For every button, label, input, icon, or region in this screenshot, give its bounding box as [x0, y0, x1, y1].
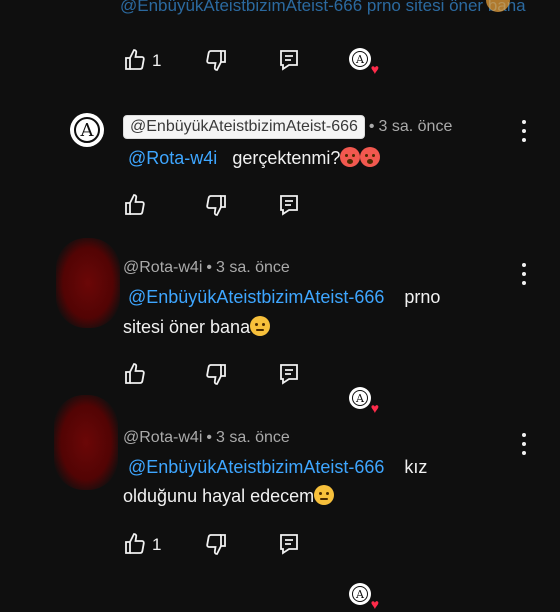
- like-icon[interactable]: [123, 532, 147, 556]
- fearful-face-emoji: [360, 147, 381, 167]
- mention-link[interactable]: @EnbüyükAteistbizimAteist-666: [128, 457, 384, 477]
- more-options-icon[interactable]: [521, 263, 527, 285]
- dislike-icon[interactable]: [204, 48, 228, 72]
- fearful-face-emoji: [340, 147, 361, 167]
- comment-header: @Rota-w4i • 3 sa. önce: [123, 259, 290, 277]
- comment-text: @EnbüyükAteistbizimAteist-666 kız: [128, 457, 428, 477]
- comment-text-line2: olduğunu hayal edecem: [123, 481, 335, 511]
- smirking-face-emoji: [314, 485, 335, 505]
- creator-heart-icon: A ♥: [349, 387, 379, 415]
- previous-comment-text: @EnbüyükAteistbizimAteist-666 prno sites…: [120, 0, 526, 15]
- comment-header: @EnbüyükAteistbizimAteist-666 • 3 sa. ön…: [123, 115, 452, 139]
- timestamp[interactable]: 3 sa. önce: [216, 429, 290, 447]
- timestamp[interactable]: 3 sa. önce: [379, 118, 453, 136]
- reply-icon[interactable]: [277, 362, 301, 386]
- comment-header: @Rota-w4i • 3 sa. önce: [123, 429, 290, 447]
- dislike-icon[interactable]: [204, 532, 228, 556]
- reply-icon[interactable]: [277, 532, 301, 556]
- creator-heart-icon: A ♥: [349, 583, 379, 611]
- creator-handle[interactable]: @EnbüyükAteistbizimAteist-666: [123, 115, 365, 139]
- dislike-icon[interactable]: [204, 193, 228, 217]
- like-icon[interactable]: [123, 48, 147, 72]
- like-count: 1: [152, 535, 162, 554]
- timestamp[interactable]: 3 sa. önce: [216, 259, 290, 277]
- comment-text-line2: sitesi öner bana: [123, 312, 271, 342]
- more-options-icon[interactable]: [521, 120, 527, 142]
- avatar[interactable]: [56, 238, 120, 328]
- avatar[interactable]: [54, 395, 118, 490]
- mention-link[interactable]: @Rota-w4i: [128, 148, 217, 168]
- like-icon[interactable]: [123, 362, 147, 386]
- user-handle[interactable]: @Rota-w4i: [123, 259, 202, 277]
- like-icon[interactable]: [123, 193, 147, 217]
- mention-link[interactable]: @EnbüyükAteistbizimAteist-666: [128, 287, 384, 307]
- reply-icon[interactable]: [277, 193, 301, 217]
- more-options-icon[interactable]: [521, 433, 527, 455]
- dislike-icon[interactable]: [204, 362, 228, 386]
- creator-heart-icon: A ♥: [349, 48, 379, 76]
- like-count: 1: [152, 51, 162, 70]
- comment-text: @EnbüyükAteistbizimAteist-666 prno: [128, 287, 441, 307]
- reply-icon[interactable]: [277, 48, 301, 72]
- avatar[interactable]: A: [70, 113, 104, 147]
- smirking-face-emoji: [250, 316, 271, 336]
- comment-text: @Rota-w4i gerçektenmi?: [128, 143, 381, 173]
- user-handle[interactable]: @Rota-w4i: [123, 429, 202, 447]
